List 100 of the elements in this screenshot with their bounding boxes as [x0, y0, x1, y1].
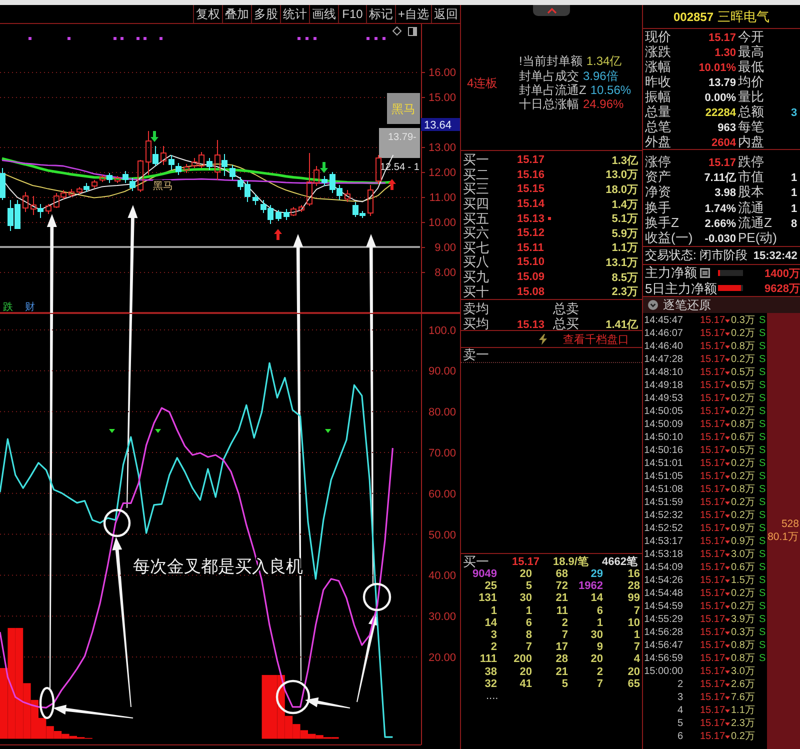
stat-label: 涨跌	[645, 44, 671, 58]
trade-volume: 0.2万	[731, 392, 756, 404]
down-arrow-icon	[150, 131, 158, 142]
bid-volume: 13.0万	[606, 168, 639, 182]
queue-order-size: 1962	[578, 580, 603, 592]
stat-label: 最高	[738, 44, 764, 58]
queue-order-size: 7	[596, 678, 603, 690]
down-triangle-icon	[725, 566, 730, 570]
list-icon[interactable]	[700, 268, 710, 278]
trade-side: S	[759, 626, 766, 638]
trade-volume: 0.9万	[731, 536, 756, 548]
bid-volume: 2.3万	[612, 285, 639, 300]
bid-price: 15.11	[517, 242, 544, 254]
queue-order-size: 5	[526, 580, 532, 592]
trade-side: S	[759, 562, 766, 574]
trade-volume: 3.0万	[731, 666, 756, 678]
panel-header[interactable]: 逐笔还原	[643, 297, 800, 313]
axis-label: 20.00	[428, 652, 456, 664]
down-triangle-icon	[725, 318, 730, 322]
trade-time: 14:51:59	[644, 496, 683, 508]
trade-side: S	[759, 366, 766, 378]
status-value: 闭市阶段	[699, 247, 748, 264]
bid-level-label: 买五	[463, 210, 489, 226]
diamond-icon[interactable]	[392, 26, 402, 36]
trade-price: 15.17	[700, 562, 725, 574]
toolbar-button[interactable]: 画线	[308, 5, 338, 23]
trade-volume: 0.5万	[731, 380, 756, 392]
ask-level-label: 卖一	[463, 347, 489, 362]
down-triangle-icon	[725, 358, 730, 362]
axis-label: 10.00	[428, 217, 456, 229]
queue-order-size: 29	[590, 568, 603, 580]
trade-side: S	[759, 470, 766, 482]
trade-time: 14:52:32	[644, 510, 683, 520]
toolbar-button[interactable]: 多股	[250, 5, 280, 23]
average-label: 买均	[463, 316, 489, 331]
trade-volume: 3.9万	[731, 614, 756, 626]
stat-label: 内盘	[738, 134, 764, 148]
trade-price: 15.17	[700, 418, 725, 430]
bid-price: 15.16	[517, 168, 545, 181]
queue-order-size: 21	[556, 666, 568, 678]
queue-order-size: 6	[596, 604, 603, 617]
trade-time: 6	[677, 730, 683, 742]
toolbar-button[interactable]: 复权	[192, 5, 222, 23]
down-triangle-icon	[725, 722, 730, 726]
trade-side: S	[759, 522, 766, 534]
trade-volume: 0.6万	[731, 432, 756, 444]
toolbar-button[interactable]: 统计	[280, 5, 309, 23]
stat-label: 均价	[738, 74, 764, 88]
down-triangle-icon	[725, 514, 730, 518]
stock-code: 002857	[673, 10, 714, 24]
down-triangle-icon	[725, 344, 730, 348]
trade-volume: 0.3万	[731, 626, 756, 638]
stat-value: 1	[791, 172, 798, 184]
stat-value: 3.98	[714, 187, 736, 200]
stat-value: 1.74%	[704, 202, 736, 215]
bid-volume: 18.0万	[606, 182, 639, 197]
queue-order-size: 32	[484, 678, 497, 690]
trade-price: 15.17	[700, 730, 725, 742]
stat-value: 2604	[712, 136, 736, 148]
down-triangle-icon	[725, 396, 730, 400]
trade-volume: 0.2万	[731, 470, 756, 482]
stock-name: 三晖电气	[718, 8, 770, 26]
bid-volume: 13.1万	[606, 256, 639, 270]
trade-side: S	[759, 574, 766, 586]
queue-order-size: 9	[596, 641, 603, 654]
depth-link[interactable]: 查看千档盘口	[563, 332, 629, 346]
toolbar-button[interactable]: 叠加	[222, 5, 251, 23]
trade-price: 15.17	[700, 704, 725, 716]
trade-volume: 3.0万	[731, 548, 756, 560]
fact-value: 24.96%	[583, 97, 624, 112]
flow-value: 1400万	[764, 268, 800, 280]
queue-order-size: 41	[520, 678, 532, 690]
toolbar-button[interactable]: +自选	[394, 5, 431, 23]
queue-order-size: 20	[520, 568, 532, 580]
queue-order-size: 14	[590, 592, 603, 604]
trade-side: S	[759, 354, 766, 366]
bid-volume: 1.4万	[612, 198, 639, 212]
status-label: 交易状态:	[645, 247, 696, 264]
collapse-tab[interactable]	[533, 5, 570, 16]
queue-order-size: 8	[526, 629, 532, 642]
bid-level-label: 买七	[463, 240, 489, 255]
stat-value: 13.79	[708, 76, 736, 88]
candle	[184, 164, 190, 174]
trade-volume: 0.2万	[731, 510, 756, 522]
signal-label: 黑马	[153, 181, 173, 192]
trade-volume: 1.5万	[731, 574, 756, 586]
window-icon[interactable]	[408, 27, 417, 36]
queue-order-size: 16	[628, 568, 640, 580]
toolbar-button[interactable]: 标记	[366, 5, 395, 23]
trade-time: 2	[677, 678, 683, 690]
toolbar-button[interactable]: 返回	[431, 5, 460, 23]
queue-order-size: 11	[556, 604, 568, 617]
axis-label: 9.00	[434, 242, 456, 254]
bid-volume: 1.1万	[612, 241, 639, 256]
candle	[368, 184, 374, 216]
trade-volume: 0.9万	[731, 522, 756, 534]
up-arrow-icon	[274, 229, 282, 240]
stat-value: 3	[791, 106, 798, 118]
bid-price: 15.15	[517, 183, 545, 196]
candle	[68, 188, 74, 198]
